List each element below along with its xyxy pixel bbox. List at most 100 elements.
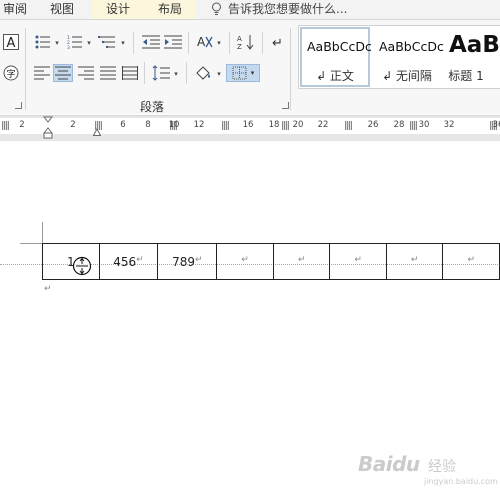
svg-text:A: A — [197, 35, 206, 49]
column-marker[interactable] — [2, 121, 9, 130]
ruler-tick-label: 22 — [317, 120, 329, 130]
chevron-down-icon[interactable]: ▾ — [86, 40, 92, 47]
sort-icon[interactable]: AZ — [237, 34, 255, 50]
watermark-subtitle: 经验 — [428, 459, 456, 475]
character-border-button[interactable]: A — [2, 34, 20, 50]
table-cell[interactable]: 789↵ — [157, 243, 218, 280]
crop-mark — [42, 222, 43, 244]
table-cell[interactable]: 456↵ — [98, 243, 159, 280]
style-name: 标题 1 — [448, 69, 484, 83]
table-cell[interactable]: ↵ — [385, 243, 444, 280]
ruler-tick-label: 16 — [242, 120, 254, 130]
chevron-down-icon[interactable]: ▾ — [120, 40, 126, 47]
right-indent-marker[interactable] — [92, 125, 102, 136]
font-dialog-launcher-icon[interactable] — [15, 102, 22, 109]
svg-text:字: 字 — [6, 68, 15, 80]
paragraph-mark: ↵ — [44, 284, 52, 294]
align-center-icon[interactable] — [53, 64, 73, 82]
watermark-url: jingyan.baidu.com — [424, 477, 498, 486]
separator — [188, 32, 189, 54]
style-name: ↲ 无间隔 — [382, 69, 432, 83]
table-row: 1 456↵ 789↵ ↵ ↵ ↵ ↵ ↵ — [42, 243, 500, 280]
decrease-indent-icon[interactable] — [142, 34, 160, 50]
ruler-tick-label: 2 — [19, 120, 25, 130]
crop-mark — [20, 243, 43, 244]
paragraph-dialog-launcher-icon[interactable] — [282, 102, 289, 109]
justify-icon[interactable] — [99, 65, 117, 81]
table-cell[interactable]: ↵ — [329, 243, 387, 280]
table-cell[interactable]: ↵ — [272, 243, 331, 280]
style-sample: AaB — [449, 32, 500, 58]
tab-view[interactable]: 视图 — [42, 0, 82, 19]
separator — [133, 32, 134, 54]
svg-text:A: A — [7, 36, 16, 50]
ruler-tick-label: 12 — [193, 120, 205, 130]
shading-icon[interactable] — [194, 65, 212, 81]
bullets-icon[interactable] — [34, 34, 52, 50]
separator — [262, 32, 263, 54]
show-formatting-marks-icon[interactable]: ↵ — [270, 34, 284, 50]
ruler-tick-label: 10 — [168, 120, 180, 130]
chevron-down-icon[interactable]: ▾ — [216, 71, 222, 78]
distributed-icon[interactable] — [121, 65, 139, 81]
paragraph-mark: ↵ — [297, 254, 306, 265]
chevron-down-icon[interactable]: ▾ — [54, 40, 60, 47]
tab-design[interactable]: 设计 — [92, 0, 144, 19]
indent-marker[interactable] — [42, 116, 54, 139]
line-spacing-icon[interactable] — [152, 65, 170, 81]
paragraph-group-label: 段落 — [140, 100, 165, 114]
table-cell[interactable]: ↵ — [216, 243, 274, 280]
watermark-logo: Baidu — [358, 452, 420, 476]
style-heading-1[interactable]: AaB 标题 1 — [443, 26, 500, 88]
separator — [186, 62, 187, 84]
align-right-icon[interactable] — [77, 65, 95, 81]
ruler-tick-label: 20 — [292, 120, 304, 130]
cell-text: 789 — [172, 254, 196, 269]
paragraph-mark: ↵ — [136, 254, 144, 265]
group-separator — [290, 28, 291, 110]
ruler-tick-label: 28 — [393, 120, 405, 130]
ruler-tick-label: 6 — [120, 120, 126, 130]
tab-layout[interactable]: 布局 — [144, 0, 196, 19]
chevron-down-icon[interactable]: ▾ — [173, 71, 179, 78]
tab-review[interactable]: 审阅 — [0, 0, 30, 19]
paragraph-mark: ↵ — [410, 254, 419, 265]
ruler-tick-label: 30 — [418, 120, 430, 130]
document-table[interactable]: 1 456↵ 789↵ ↵ ↵ ↵ ↵ ↵ — [42, 243, 500, 280]
svg-text:↵: ↵ — [272, 36, 283, 49]
ruler-tick-label: 26 — [367, 120, 379, 130]
styles-gallery: AaBbCcDc ↲ 正文 AaBbCcDc ↲ 无间隔 AaB 标题 1 — [298, 25, 500, 89]
chevron-down-icon: ▾ — [250, 69, 255, 77]
style-normal[interactable]: AaBbCcDc ↲ 正文 — [299, 26, 372, 88]
enclose-character-button[interactable]: 字 — [2, 65, 20, 81]
ruler-tick-label: 18 — [268, 120, 280, 130]
borders-button[interactable]: ▾ — [226, 64, 260, 82]
ruler-tick-label: 36 — [492, 120, 500, 130]
cell-text: 456 — [113, 254, 137, 269]
lightbulb-icon — [211, 2, 222, 16]
baidu-watermark: Baidu 经验 jingyan.baidu.com — [358, 450, 498, 492]
separator — [229, 32, 230, 54]
group-separator — [25, 28, 26, 110]
chinese-layout-icon[interactable]: A — [196, 34, 214, 50]
paragraph-mark: ↵ — [467, 254, 475, 265]
multilevel-list-icon[interactable] — [98, 34, 116, 50]
tell-me-search[interactable]: 告诉我您想要做什么... — [228, 0, 347, 19]
ruler-tick-label: 32 — [443, 120, 455, 130]
document-page[interactable] — [0, 141, 500, 500]
paragraph-mark: ↵ — [354, 254, 362, 265]
numbering-icon[interactable]: 123 — [66, 34, 84, 50]
ruler-tick-label: 2 — [70, 120, 76, 130]
style-no-spacing[interactable]: AaBbCcDc ↲ 无间隔 — [371, 26, 444, 88]
resize-cursor-icon — [72, 256, 92, 276]
svg-text:A: A — [237, 35, 242, 43]
increase-indent-icon[interactable] — [164, 34, 182, 50]
table-cell[interactable]: ↵ — [442, 243, 500, 280]
ruler-tick-label: 8 — [145, 120, 151, 130]
paragraph-mark: ↵ — [241, 254, 249, 265]
column-marker[interactable] — [222, 121, 229, 130]
style-name: ↲ 正文 — [316, 69, 354, 83]
align-left-icon[interactable] — [33, 65, 51, 81]
chevron-down-icon[interactable]: ▾ — [216, 40, 222, 47]
column-marker[interactable] — [345, 121, 352, 130]
